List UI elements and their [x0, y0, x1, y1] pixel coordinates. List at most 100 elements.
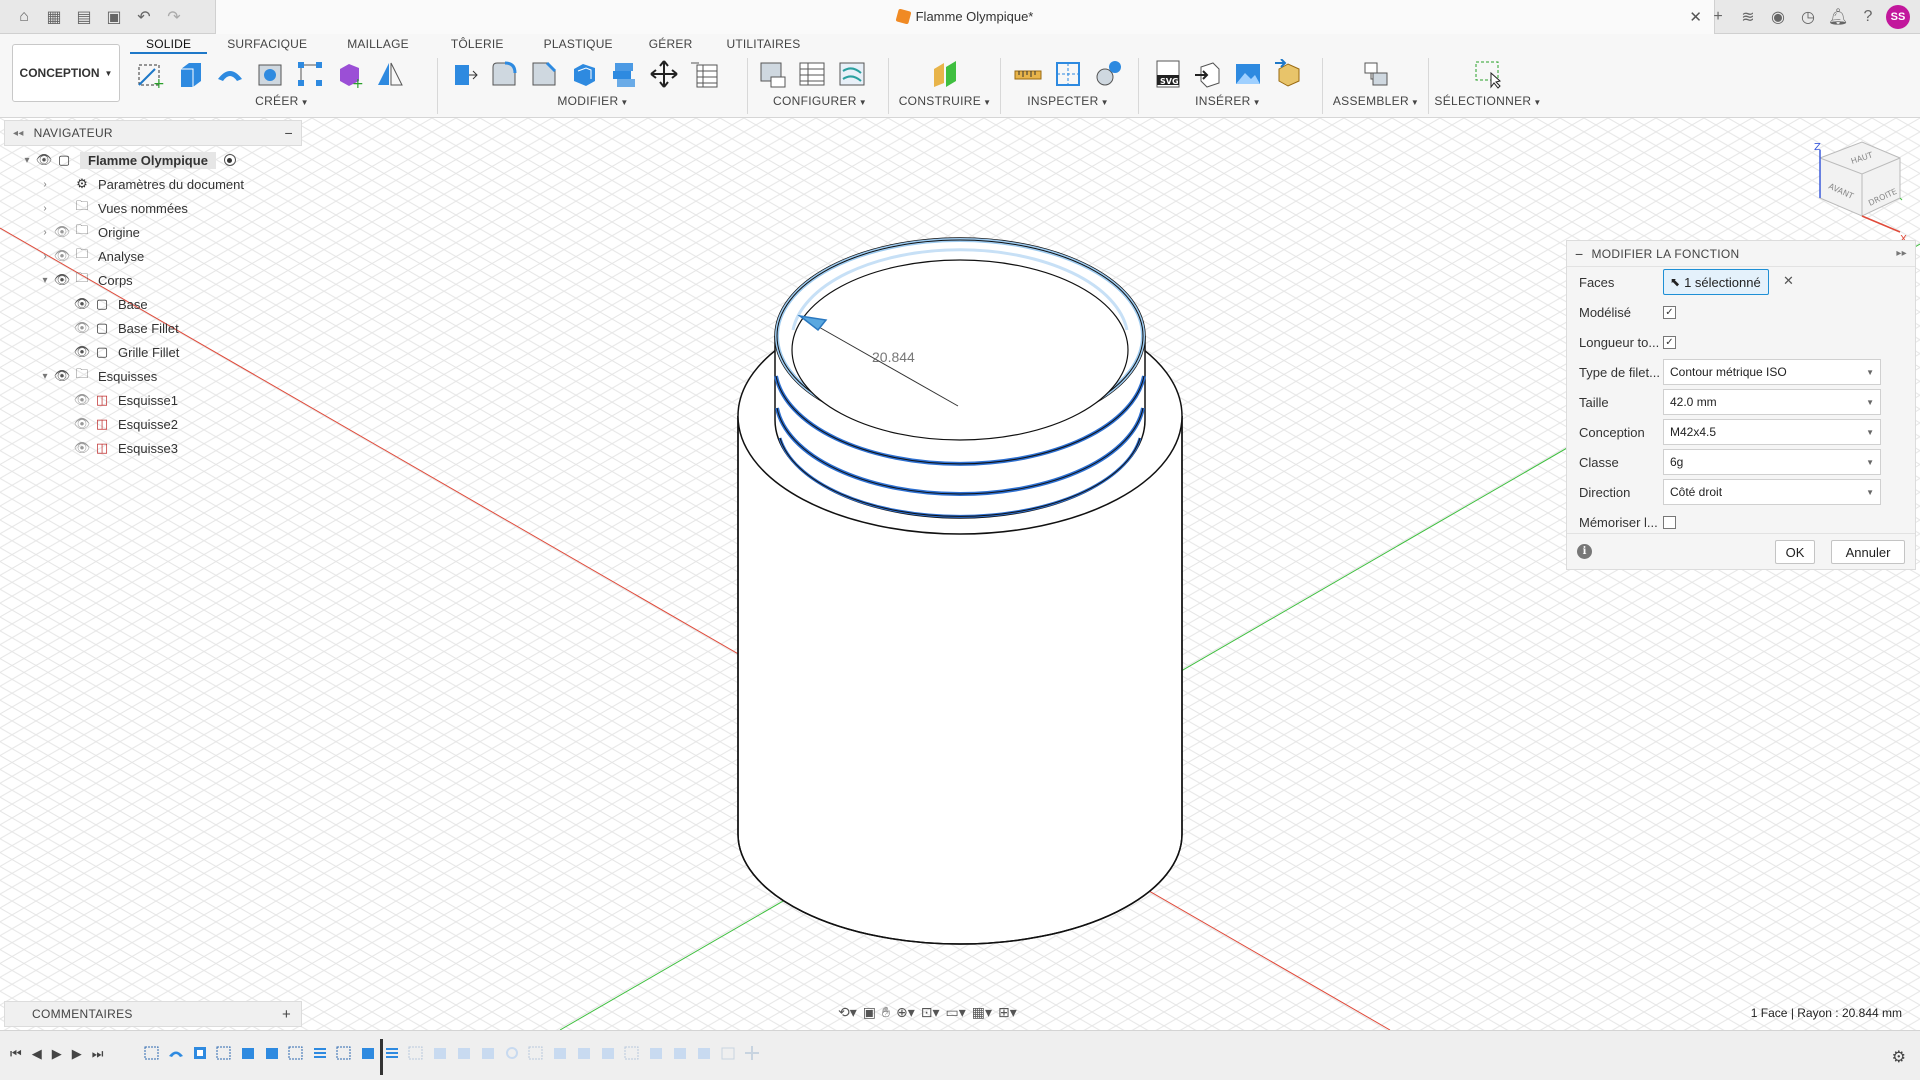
press-pull-icon[interactable]: [448, 58, 480, 90]
eye-icon[interactable]: 👁︎: [72, 296, 92, 312]
app-grid-icon[interactable]: ▦: [40, 4, 68, 30]
ok-button[interactable]: OK: [1775, 540, 1815, 564]
tree-item-params[interactable]: › ⚙ Paramètres du document: [4, 172, 302, 196]
insert-canvas-icon[interactable]: [1232, 58, 1264, 90]
eye-hidden-icon[interactable]: 👁︎: [52, 248, 72, 264]
timeline-feature-suppressed-icon[interactable]: [600, 1045, 616, 1061]
new-tab-icon[interactable]: +: [1706, 4, 1730, 30]
group-selectionner-label[interactable]: SÉLECTIONNER ▼: [1432, 94, 1544, 108]
timeline-sketch-icon[interactable]: [144, 1045, 160, 1061]
tab-plastique[interactable]: PLASTIQUE: [520, 34, 629, 54]
timeline-revolve-icon[interactable]: [168, 1045, 184, 1061]
group-inspecter-label[interactable]: INSPECTER ▼: [1004, 94, 1132, 108]
step-forward-icon[interactable]: ▶: [72, 1046, 82, 1062]
step-back-icon[interactable]: ◀: [32, 1046, 42, 1062]
expand-right-icon[interactable]: ›: [38, 251, 52, 262]
orbit-icon[interactable]: ⟲▾: [838, 1004, 857, 1021]
timeline-sketch-suppressed-icon[interactable]: [528, 1045, 544, 1061]
group-creer-label[interactable]: CRÉER ▼: [134, 94, 430, 108]
new-component-icon[interactable]: [1360, 58, 1392, 90]
window-select-icon[interactable]: [1472, 58, 1504, 90]
eye-icon[interactable]: 👁︎: [52, 272, 72, 288]
tab-maillage[interactable]: MAILLAGE: [321, 34, 425, 54]
eye-hidden-icon[interactable]: 👁︎: [72, 320, 92, 336]
timeline-feature-suppressed-icon[interactable]: [432, 1045, 448, 1061]
clear-selection-icon[interactable]: ✕: [1783, 273, 1794, 289]
tab-solide[interactable]: SOLIDE: [130, 34, 208, 54]
timeline-move-suppressed-icon[interactable]: [744, 1045, 760, 1061]
tree-item-sketches[interactable]: ▾ 👁︎ 🗀︎ Esquisses: [4, 364, 302, 388]
configuration-icon[interactable]: [756, 58, 788, 90]
help-icon[interactable]: ?: [1856, 4, 1880, 30]
tab-tolerie[interactable]: TÔLERIE: [425, 34, 520, 54]
document-tab[interactable]: Flamme Olympique* ✕: [215, 0, 1715, 34]
tree-item-base[interactable]: 👁︎ ▢ Base: [4, 292, 302, 316]
redo-icon[interactable]: ↷: [160, 4, 188, 30]
pan-icon[interactable]: ✋︎: [882, 1004, 890, 1021]
offline-icon[interactable]: ≋: [1736, 4, 1760, 30]
timeline-feature-suppressed-icon[interactable]: [504, 1045, 520, 1061]
offset-plane-icon[interactable]: [929, 58, 961, 90]
eye-hidden-icon[interactable]: 👁︎: [52, 224, 72, 240]
info-icon[interactable]: i: [1577, 544, 1592, 559]
tree-item-views[interactable]: › 🗀︎ Vues nommées: [4, 196, 302, 220]
extensions-icon[interactable]: ◉: [1766, 4, 1790, 30]
zoom-icon[interactable]: ⊕▾: [896, 1004, 915, 1021]
tab-surfacique[interactable]: SURFACIQUE: [207, 34, 321, 54]
extrude-icon[interactable]: [174, 58, 206, 90]
insert-mesh-icon[interactable]: [1192, 58, 1224, 90]
combine-icon[interactable]: [608, 58, 640, 90]
group-configurer-label[interactable]: CONFIGURER ▼: [756, 94, 884, 108]
timeline-extrude-icon[interactable]: [360, 1045, 376, 1061]
expand-panel-icon[interactable]: ▸▸: [1896, 248, 1907, 259]
timeline-sketch-icon[interactable]: [336, 1045, 352, 1061]
go-to-start-icon[interactable]: ⏮: [10, 1046, 22, 1062]
job-status-icon[interactable]: ◷: [1796, 4, 1820, 30]
tree-item-bodies[interactable]: ▾ 👁︎ 🗀︎ Corps: [4, 268, 302, 292]
tree-item-sketch2[interactable]: 👁︎ ◫ Esquisse2: [4, 412, 302, 436]
workspace-switcher[interactable]: CONCEPTION ▼: [12, 44, 120, 102]
save-icon[interactable]: ▣: [100, 4, 128, 30]
thread-type-dropdown[interactable]: Contour métrique ISO ▼: [1663, 359, 1881, 385]
look-at-icon[interactable]: ▣: [863, 1004, 876, 1021]
measure-icon[interactable]: [1012, 58, 1044, 90]
eye-hidden-icon[interactable]: 👁︎: [72, 440, 92, 456]
direction-dropdown[interactable]: Côté droit ▼: [1663, 479, 1881, 505]
timeline-thread-icon[interactable]: [384, 1045, 400, 1061]
timeline-sketch-suppressed-icon[interactable]: [624, 1045, 640, 1061]
remember-checkbox[interactable]: [1663, 515, 1676, 529]
pattern-icon[interactable]: [294, 58, 326, 90]
close-tab-icon[interactable]: ✕: [1689, 8, 1702, 26]
eye-icon[interactable]: 👁︎: [34, 152, 54, 168]
display-settings-icon[interactable]: ▭▾: [946, 1004, 966, 1021]
configuration-rules-icon[interactable]: [836, 58, 868, 90]
expand-down-icon[interactable]: ▾: [20, 155, 34, 166]
timeline-feature-suppressed-icon[interactable]: [456, 1045, 472, 1061]
tree-item-analysis[interactable]: › 👁︎ 🗀︎ Analyse: [4, 244, 302, 268]
active-radio-icon[interactable]: [223, 154, 236, 166]
tree-item-sketch3[interactable]: 👁︎ ◫ Esquisse3: [4, 436, 302, 460]
shell-icon[interactable]: [568, 58, 600, 90]
faces-select-button[interactable]: ⬉ 1 sélectionné: [1663, 269, 1769, 295]
viewports-icon[interactable]: ⊞▾: [998, 1004, 1017, 1021]
hole-icon[interactable]: [254, 58, 286, 90]
add-comment-icon[interactable]: +: [282, 1006, 291, 1023]
timeline-marker[interactable]: [380, 1039, 383, 1075]
eye-icon[interactable]: 👁︎: [72, 344, 92, 360]
minimize-icon[interactable]: −: [285, 125, 293, 141]
notifications-icon[interactable]: 🔔︎: [1826, 4, 1850, 30]
chamfer-icon[interactable]: [528, 58, 560, 90]
timeline-feature-suppressed-icon[interactable]: [648, 1045, 664, 1061]
expand-down-icon[interactable]: ▾: [38, 275, 52, 286]
timeline-feature-suppressed-icon[interactable]: [480, 1045, 496, 1061]
tree-item-base-fillet[interactable]: 👁︎ ▢ Base Fillet: [4, 316, 302, 340]
group-construire-label[interactable]: CONSTRUIRE ▼: [890, 94, 1000, 108]
eye-hidden-icon[interactable]: 👁︎: [72, 416, 92, 432]
timeline-sketch-icon[interactable]: [216, 1045, 232, 1061]
3d-model[interactable]: [737, 237, 1183, 945]
group-inserer-label[interactable]: INSÉRER ▼: [1146, 94, 1310, 108]
timeline-extrude-icon[interactable]: [240, 1045, 256, 1061]
home-icon[interactable]: ⌂: [10, 4, 38, 30]
insert-mcmaster-icon[interactable]: [1272, 58, 1304, 90]
user-avatar[interactable]: SS: [1886, 5, 1910, 29]
